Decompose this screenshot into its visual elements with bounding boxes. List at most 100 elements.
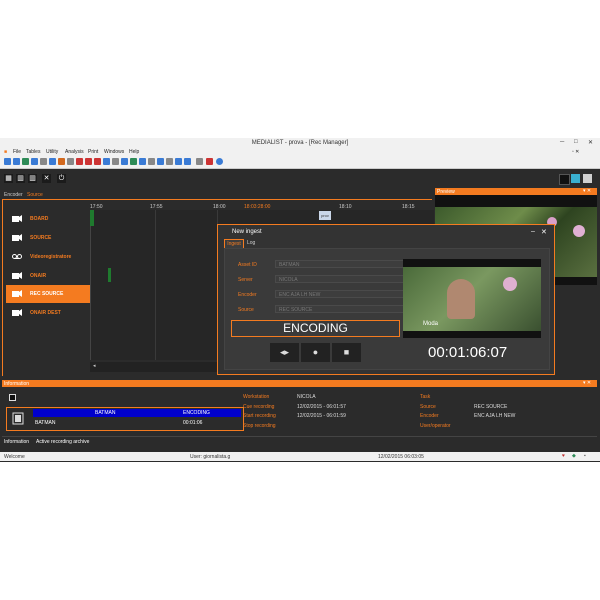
mixer-icon[interactable]: ▥ [28, 174, 37, 183]
info-status: ENCODING [183, 410, 210, 416]
source-item-onair-dest[interactable]: ONAIR DEST [6, 304, 90, 322]
tool-icon-2[interactable] [13, 158, 20, 165]
tool-icon-21[interactable] [184, 158, 191, 165]
tool-icon-15[interactable] [130, 158, 137, 165]
view-icon-1[interactable] [559, 174, 570, 185]
source-item-onair[interactable]: ONAIR [6, 267, 90, 285]
start-recording-value: 12/02/2015 - 06:01:59 [297, 413, 346, 419]
information-title: Information [4, 381, 30, 387]
divider [2, 436, 597, 437]
menu-analysis[interactable]: Analysis [65, 149, 84, 155]
tab-information[interactable]: Information [4, 439, 29, 445]
pause-button[interactable]: ◂▸ [269, 342, 300, 363]
timeline-clip[interactable] [90, 210, 94, 226]
menu-help[interactable]: Help [129, 149, 139, 155]
task-label: Task [420, 394, 431, 400]
camera-icon [12, 234, 22, 241]
tab-encoder[interactable]: Encoder [4, 192, 23, 198]
timeline-clip[interactable] [108, 268, 111, 282]
help-icon[interactable] [216, 158, 223, 165]
tool-icon-16[interactable] [139, 158, 146, 165]
power-icon[interactable]: ⏻ [57, 174, 66, 183]
restore-icon[interactable]: ▫ ✕ [572, 149, 579, 155]
info-checkbox[interactable] [9, 394, 16, 401]
minimize-icon[interactable]: – [531, 228, 535, 235]
tool-icon-9[interactable] [76, 158, 83, 165]
menu-print[interactable]: Print [88, 149, 98, 155]
record-button[interactable]: ● [300, 342, 331, 363]
scroll-left-icon[interactable]: ◂ [93, 363, 96, 369]
source-item-board[interactable]: BOARD [6, 210, 90, 228]
workstation-value: NICOLA [297, 394, 316, 400]
tool-icon-1[interactable] [4, 158, 11, 165]
info-asset: BATMAN [35, 420, 56, 426]
tool-icon-13[interactable] [112, 158, 119, 165]
stop-button[interactable]: ■ [331, 342, 362, 363]
source-label: ONAIR [30, 273, 47, 279]
film-icon [12, 412, 24, 425]
tool-icon-7[interactable] [58, 158, 65, 165]
tool-icon-20[interactable] [175, 158, 182, 165]
tab-log[interactable]: Log [247, 239, 255, 247]
maximize-icon[interactable]: □ [574, 139, 578, 145]
server-select[interactable]: NICOLA [275, 275, 405, 283]
menu-utility[interactable]: Utility [46, 149, 58, 155]
ingest-video: Moda [403, 259, 541, 338]
tool-icon-12[interactable] [103, 158, 110, 165]
new-ingest-dialog: New ingest – ✕ Ingest Log Asset ID BATMA… [217, 224, 555, 375]
tools-icon[interactable]: ✕ [42, 174, 51, 183]
view-icon-3[interactable] [583, 174, 592, 183]
view-icon-2[interactable] [571, 174, 580, 183]
tool-icon-17[interactable] [148, 158, 155, 165]
tool-icon-6[interactable] [49, 158, 56, 165]
tool-icon-8[interactable] [67, 158, 74, 165]
start-recording-label: Start recording [243, 413, 276, 419]
workstation-label: Workstation [243, 394, 270, 400]
tool-icon-14[interactable] [121, 158, 128, 165]
connection-icon[interactable]: ◆ [572, 453, 576, 459]
tool-icon-10[interactable] [85, 158, 92, 165]
tab-active-recording-archive[interactable]: Active recording archive [36, 439, 89, 445]
info-controls-icon[interactable]: ▾ ✕ [583, 380, 591, 386]
tool-icon-18[interactable] [157, 158, 164, 165]
status-welcome: Welcome [4, 454, 25, 460]
tool-icon-11[interactable] [94, 158, 101, 165]
tab-ingest[interactable]: Ingest [224, 239, 244, 248]
asset-id-label: Asset ID [238, 262, 257, 268]
tab-source[interactable]: Source [27, 192, 43, 198]
tool-icon-4[interactable] [31, 158, 38, 165]
source-item-rec-source[interactable]: REC SOURCE [6, 285, 90, 303]
close-icon[interactable]: ✕ [541, 228, 547, 236]
source-label: BOARD [30, 216, 49, 222]
preview-controls-icon[interactable]: ▾ ✕ [583, 188, 591, 194]
tool-icon-19[interactable] [166, 158, 173, 165]
asset-id-field[interactable]: BATMAN [275, 260, 405, 268]
flower-shape [573, 225, 585, 237]
grid-icon[interactable]: ▦ [4, 174, 13, 183]
notification-icon[interactable]: ♥ [562, 453, 565, 459]
menu-tables[interactable]: Tables [26, 149, 40, 155]
info-task-row[interactable]: BATMAN ENCODING BATMAN 00:01:06 [6, 407, 244, 431]
source-item-source[interactable]: SOURCE [6, 229, 90, 247]
tool-icon-5[interactable] [40, 158, 47, 165]
lock-icon[interactable]: ▪ [584, 453, 586, 459]
menu-windows[interactable]: Windows [104, 149, 124, 155]
menu-file[interactable]: File [13, 149, 21, 155]
tool-icon-23[interactable] [206, 158, 213, 165]
tool-icon-22[interactable] [196, 158, 203, 165]
timeline-clip-prov[interactable]: prov [319, 211, 331, 220]
encoder-select[interactable]: ENC AJA LH NEW [275, 290, 405, 298]
info-name: BATMAN [95, 410, 116, 416]
tape-icon [12, 254, 22, 259]
levels-icon[interactable]: ▥ [16, 174, 25, 183]
close-icon[interactable]: ✕ [588, 139, 593, 146]
preview-header: Preview ▾ ✕ [435, 188, 597, 195]
source-select[interactable]: REC SOURCE [275, 305, 405, 313]
stop-recording-label: Stop recording [243, 423, 276, 429]
info-source-value: REC SOURCE [474, 404, 508, 410]
minimize-icon[interactable]: ─ [560, 139, 564, 145]
source-item-videoregistratore[interactable]: Videoregistratore [6, 248, 90, 266]
tool-icon-3[interactable] [22, 158, 29, 165]
status-bar: Welcome User: giornalista.g 12/02/2015 0… [0, 452, 600, 461]
info-source-label: Source [420, 404, 436, 410]
